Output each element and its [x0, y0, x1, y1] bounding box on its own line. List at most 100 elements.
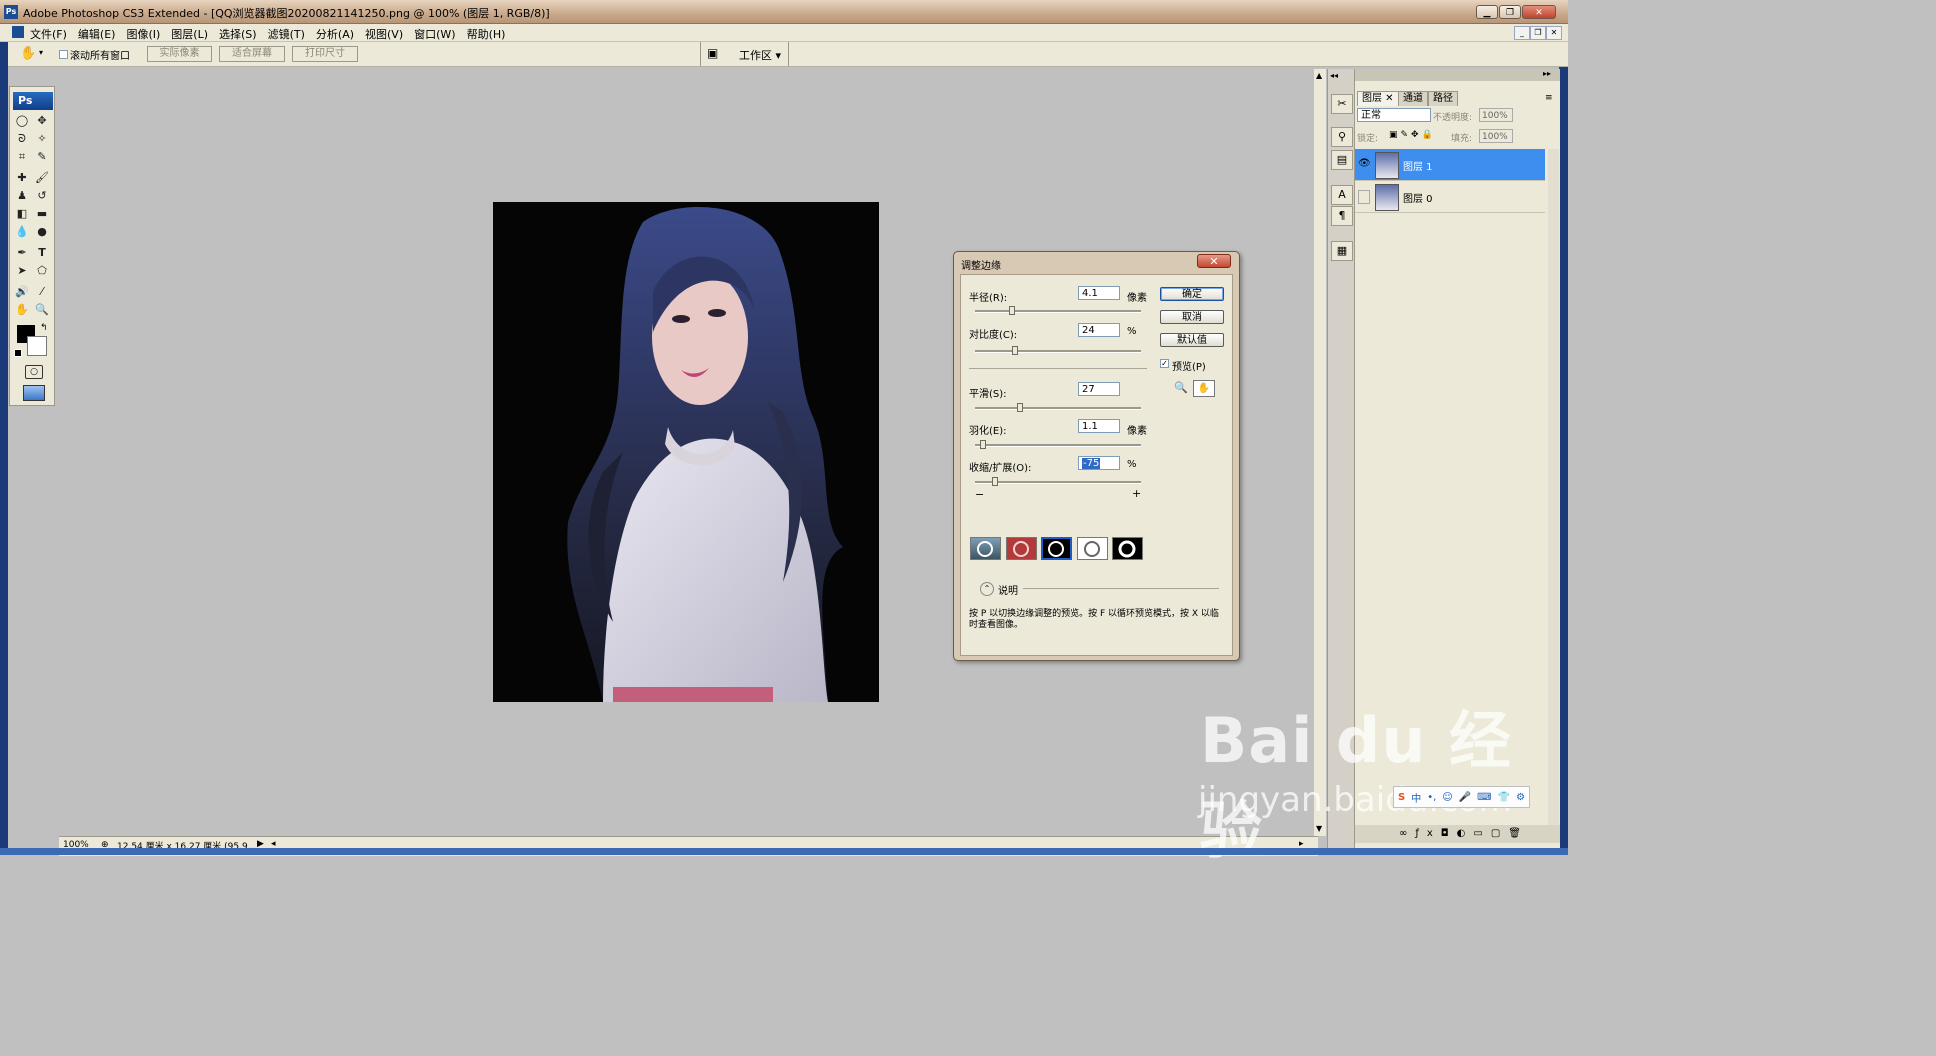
ime-emoji-icon[interactable]: ☺ [1442, 792, 1452, 803]
eraser-tool-icon[interactable]: ◧ [13, 206, 31, 222]
menu-edit[interactable]: 编辑(E) [78, 26, 116, 42]
healing-brush-icon[interactable]: ✚ [13, 170, 31, 186]
history-brush-icon[interactable]: ↺ [33, 188, 51, 204]
menu-help[interactable]: 帮助(H) [467, 26, 506, 42]
background-color-swatch[interactable] [27, 336, 47, 356]
sogou-icon[interactable]: S [1398, 792, 1405, 803]
smooth-slider-thumb[interactable] [1016, 403, 1023, 412]
dialog-close-button[interactable]: ✕ [1197, 254, 1231, 268]
feather-input[interactable]: 1.1 [1078, 419, 1120, 433]
view-mask-icon[interactable] [1112, 537, 1143, 560]
ime-toolbar[interactable]: S 中 •, ☺ 🎤 ⌨ 👕 ⚙ [1393, 786, 1531, 808]
view-on-white-icon[interactable] [1077, 537, 1108, 560]
zoom-tool-icon[interactable]: 🔍 [1174, 381, 1188, 394]
eye-icon[interactable]: 👁 [1358, 158, 1371, 169]
layer-row-layer1[interactable]: 👁 图层 1 [1355, 149, 1545, 181]
menu-filter[interactable]: 滤镜(T) [268, 26, 305, 42]
menu-select[interactable]: 选择(S) [219, 26, 257, 42]
scroll-up-icon[interactable]: ▲ [1316, 71, 1322, 80]
chevron-down-icon[interactable]: ▾ [39, 48, 43, 57]
doc-restore-button[interactable]: ❐ [1530, 26, 1546, 40]
ime-punct-icon[interactable]: •, [1427, 792, 1436, 803]
minimize-button[interactable]: ▁ [1476, 5, 1498, 19]
menu-image[interactable]: 图像(I) [126, 26, 160, 42]
layer-name[interactable]: 图层 1 [1403, 158, 1433, 173]
actions-icon[interactable]: ▤ [1331, 150, 1353, 170]
smooth-slider[interactable] [975, 407, 1141, 410]
brush-tool-icon[interactable]: 🖌 [33, 170, 51, 186]
default-button[interactable]: 默认值 [1160, 333, 1224, 347]
ime-keyboard-icon[interactable]: ⌨ [1477, 792, 1491, 803]
smooth-input[interactable]: 27 [1078, 382, 1120, 396]
screen-mode-icon[interactable] [23, 385, 45, 401]
preview-checkbox[interactable]: ✓ [1160, 359, 1169, 368]
zoom-tool-icon[interactable]: 🔍 [33, 302, 51, 318]
hand-tool-icon[interactable]: ✋ [13, 302, 31, 318]
clone-stamp-icon[interactable]: ♟ [13, 188, 31, 204]
ime-lang-icon[interactable]: 中 [1411, 790, 1421, 805]
bridge-icon[interactable]: ▣ [707, 46, 718, 60]
crop-tool-icon[interactable]: ⌗ [13, 149, 31, 165]
ime-voice-icon[interactable]: 🎤 [1459, 792, 1471, 803]
type-tool-icon[interactable]: T [33, 245, 51, 261]
close-window-button[interactable]: ✕ [1522, 5, 1556, 19]
layer-name[interactable]: 图层 0 [1403, 190, 1433, 205]
radius-slider[interactable] [975, 310, 1141, 313]
menu-window[interactable]: 窗口(W) [414, 26, 455, 42]
pen-tool-icon[interactable]: ✒ [13, 245, 31, 261]
quick-mask-icon[interactable]: ○ [25, 365, 43, 379]
doc-close-button[interactable]: ✕ [1546, 26, 1562, 40]
layer-comps-icon[interactable]: ▦ [1331, 241, 1353, 261]
menu-view[interactable]: 视图(V) [365, 26, 403, 42]
tab-channels[interactable]: 通道 [1398, 91, 1428, 106]
menu-analysis[interactable]: 分析(A) [316, 26, 354, 42]
layer-row-layer0[interactable]: 图层 0 [1355, 181, 1545, 213]
menu-file[interactable]: 文件(F) [30, 26, 67, 42]
shape-tool-icon[interactable]: ⬠ [33, 263, 51, 279]
document-icon[interactable] [12, 26, 24, 38]
menu-layer[interactable]: 图层(L) [171, 26, 208, 42]
document-image[interactable] [493, 202, 879, 702]
actual-pixels-button[interactable]: 实际像素 [147, 46, 212, 62]
tab-paths[interactable]: 路径 [1428, 91, 1458, 106]
radius-input[interactable]: 4.1 [1078, 286, 1120, 300]
contract-expand-input[interactable]: -75 [1078, 456, 1120, 470]
workspace-button[interactable]: 工作区 ▾ [739, 47, 781, 63]
radius-slider-thumb[interactable] [1008, 306, 1015, 315]
blur-tool-icon[interactable]: 💧 [13, 224, 31, 240]
gradient-tool-icon[interactable]: ▬ [33, 206, 51, 222]
navigator-icon[interactable]: ✂ [1331, 94, 1353, 114]
scroll-all-checkbox[interactable] [59, 50, 68, 59]
view-standard-icon[interactable] [970, 537, 1001, 560]
maximize-button[interactable]: ❐ [1499, 5, 1521, 19]
print-size-button[interactable]: 打印尺寸 [292, 46, 358, 62]
character-icon[interactable]: A [1331, 185, 1353, 205]
ime-settings-icon[interactable]: ⚙ [1516, 792, 1525, 803]
contract-expand-slider-thumb[interactable] [991, 477, 998, 486]
history-icon[interactable]: ⚲ [1331, 127, 1353, 147]
fill-input[interactable]: 100% [1479, 129, 1513, 143]
slice-tool-icon[interactable]: ✎ [33, 149, 51, 165]
hand-tool-icon[interactable]: ✋ [1193, 380, 1215, 397]
default-colors-icon[interactable] [14, 349, 22, 357]
toggle-description-icon[interactable]: ⌃ [980, 582, 994, 596]
notes-tool-icon[interactable]: 🔊 [13, 284, 31, 300]
feather-slider[interactable] [975, 444, 1141, 447]
contract-expand-slider[interactable] [975, 481, 1141, 484]
view-on-black-icon[interactable] [1041, 537, 1072, 560]
magic-wand-tool-icon[interactable]: ✧ [33, 131, 51, 147]
move-tool-icon[interactable]: ✥ [33, 113, 51, 129]
feather-slider-thumb[interactable] [980, 440, 987, 449]
tab-layers[interactable]: 图层 ✕ [1357, 91, 1399, 106]
ime-skin-icon[interactable]: 👕 [1498, 792, 1510, 803]
fit-screen-button[interactable]: 适合屏幕 [219, 46, 285, 62]
swap-colors-icon[interactable]: ↰ [40, 323, 48, 333]
path-select-icon[interactable]: ➤ [13, 263, 31, 279]
cancel-button[interactable]: 取消 [1160, 310, 1224, 324]
contrast-slider-thumb[interactable] [1011, 346, 1018, 355]
lock-icons[interactable]: ▣✎✥🔒 [1389, 130, 1436, 140]
view-quick-mask-icon[interactable] [1006, 537, 1037, 560]
ok-button[interactable]: 确定 [1160, 287, 1224, 301]
collapse-dock-icon[interactable]: ◂◂ [1330, 71, 1338, 80]
hand-tool-icon[interactable]: ✋ [20, 46, 36, 61]
